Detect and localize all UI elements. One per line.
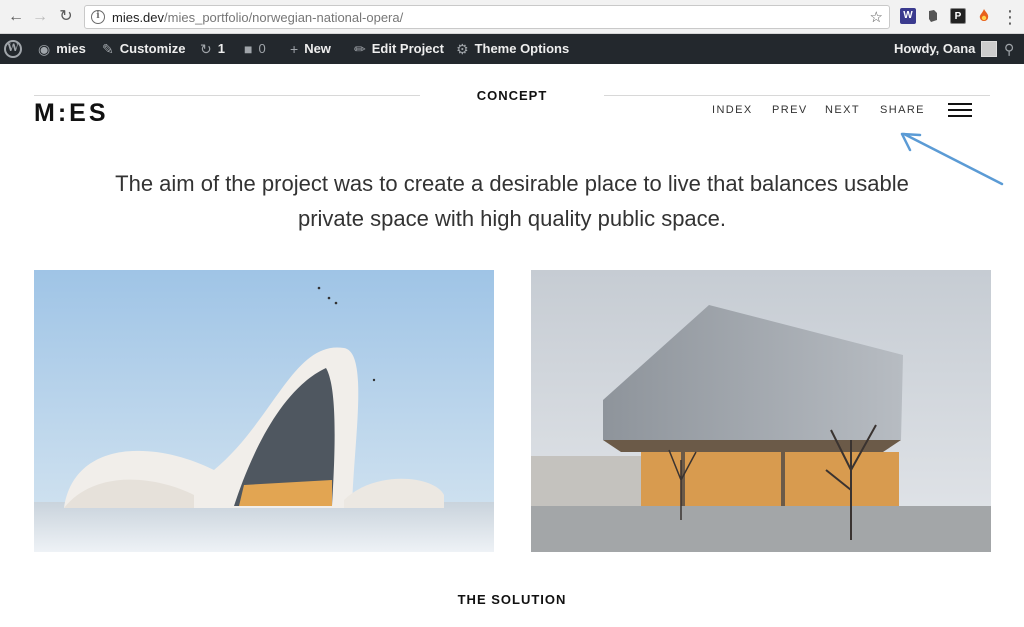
nav-share[interactable]: SHARE — [880, 104, 925, 116]
comments-link[interactable]: ■ 0 — [244, 34, 266, 64]
brush-icon: ✎ — [102, 41, 114, 57]
site-name-label: mies — [56, 41, 86, 56]
site-name-menu[interactable]: ◉ mies — [38, 34, 86, 64]
edit-project-label: Edit Project — [371, 41, 444, 56]
pencil-icon: ✏ — [354, 41, 366, 57]
comment-icon: ■ — [244, 41, 253, 57]
wp-admin-bar: W ◉ mies ✎ Customize ↻ 1 ■ 0 + New ✏ Edi… — [0, 34, 1024, 64]
customize-label: Customize — [119, 41, 186, 56]
howdy-label: Howdy, Oana — [894, 41, 976, 56]
url-text[interactable]: mies.dev/mies_portfolio/norwegian-nation… — [112, 10, 403, 25]
new-label: New — [304, 41, 331, 56]
project-photo-left[interactable] — [34, 270, 494, 552]
address-bar[interactable]: i mies.dev/mies_portfolio/norwegian-nati… — [84, 5, 890, 29]
p-extension-icon[interactable]: P — [950, 8, 966, 24]
project-photo-right[interactable] — [531, 270, 991, 552]
dashboard-icon: ◉ — [38, 41, 51, 57]
lead-paragraph: The aim of the project was to create a d… — [115, 171, 909, 231]
theme-options-label: Theme Options — [474, 41, 570, 56]
account-menu[interactable]: Howdy, Oana — [894, 34, 998, 64]
new-content-menu[interactable]: + New — [290, 34, 331, 64]
site-logo[interactable]: M:ES — [34, 99, 109, 128]
url-path: /mies_portfolio/norwegian-national-opera… — [164, 10, 404, 25]
admin-search[interactable]: ⚲ — [1004, 34, 1014, 64]
hamburger-menu-icon[interactable] — [948, 103, 972, 119]
nav-index[interactable]: INDEX — [712, 104, 753, 116]
bookmark-star-icon[interactable]: ☆ — [870, 8, 883, 26]
browser-toolbar: ← → ↻ i mies.dev/mies_portfolio/norwegia… — [0, 0, 1024, 34]
gear-icon: ⚙ — [456, 41, 469, 57]
site-info-icon[interactable]: i — [91, 10, 105, 24]
updates-icon: ↻ — [200, 41, 212, 57]
edit-project-link[interactable]: ✏ Edit Project — [354, 34, 444, 64]
url-domain: mies.dev — [112, 10, 165, 25]
updates-link[interactable]: ↻ 1 — [200, 34, 225, 64]
fire-icon[interactable] — [976, 8, 992, 24]
wp-logo-menu[interactable]: W — [4, 34, 22, 64]
reload-icon[interactable]: ↻ — [56, 7, 76, 27]
plus-icon: + — [290, 41, 299, 57]
customize-link[interactable]: ✎ Customize — [102, 34, 185, 64]
nav-prev[interactable]: PREV — [772, 104, 808, 116]
browser-menu-icon[interactable]: ⋮ — [1000, 7, 1020, 27]
search-icon: ⚲ — [1004, 41, 1015, 57]
next-section-title: THE SOLUTION — [457, 592, 567, 607]
theme-options-link[interactable]: ⚙ Theme Options — [456, 34, 569, 64]
back-icon[interactable]: ← — [6, 7, 26, 27]
nav-next[interactable]: NEXT — [825, 104, 860, 116]
wordpress-icon: W — [4, 40, 22, 58]
avatar — [981, 41, 998, 57]
updates-count: 1 — [217, 41, 225, 56]
comments-count: 0 — [258, 41, 266, 56]
evernote-icon[interactable] — [925, 8, 941, 24]
section-title: CONCEPT — [476, 88, 548, 103]
forward-icon[interactable]: → — [30, 7, 50, 27]
w-extension-icon[interactable]: W — [900, 8, 916, 24]
